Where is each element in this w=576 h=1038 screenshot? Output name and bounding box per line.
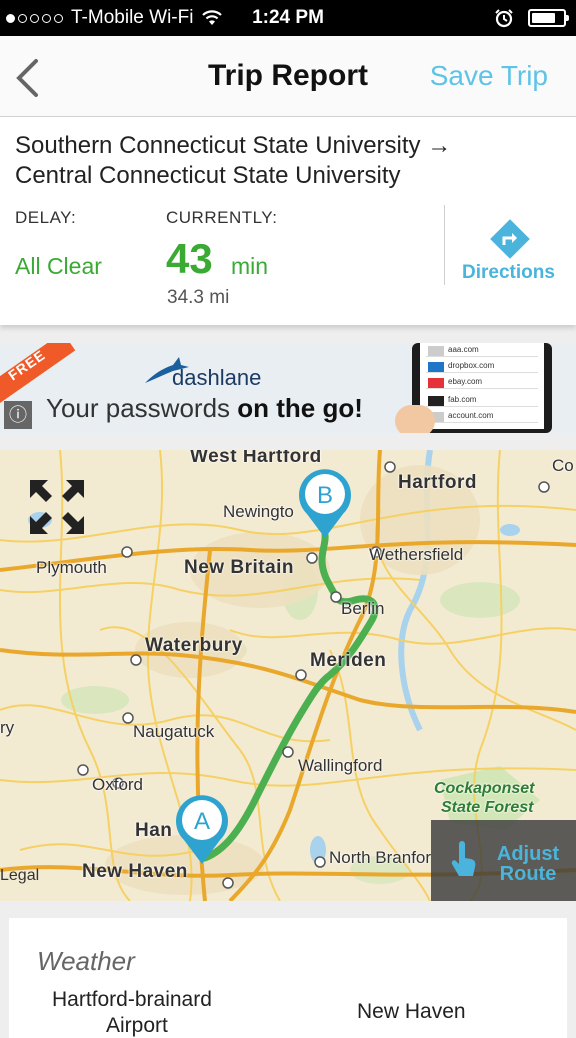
map-label-waterbury: Waterbury <box>145 635 243 656</box>
map-label-newington: Newingto <box>223 502 294 521</box>
hand-pointer-icon <box>451 841 476 876</box>
save-trip-button[interactable]: Save Trip <box>430 60 548 92</box>
map-label-ry: ry <box>0 718 15 737</box>
ad-phone-screen: aaa.com dropbox.com ebay.com fab.com acc… <box>420 343 544 429</box>
map-pin-end[interactable]: B <box>295 466 355 540</box>
ad-tagline-prefix: Your passwords <box>46 393 238 423</box>
map-label-north-branford: North Branfor <box>329 848 432 867</box>
route-description: Southern Connecticut State University → … <box>15 131 555 191</box>
ad-tagline: Your passwords on the go! <box>46 393 363 424</box>
map-label-hartford: Hartford <box>398 472 477 493</box>
battery-fill <box>532 13 555 23</box>
adjust-route-label: Adjust Route <box>483 844 573 884</box>
expand-map-icon[interactable] <box>28 478 86 536</box>
ad-screen-row: account.com <box>426 411 538 423</box>
ad-screen-row: aaa.com <box>426 345 538 357</box>
navigation-bar: Trip Report Save Trip <box>0 36 576 117</box>
signal-dot <box>54 13 63 23</box>
signal-strength <box>6 13 63 23</box>
adjust-route-line2: Route <box>499 863 557 885</box>
signal-dot <box>18 13 27 23</box>
ad-hand-image <box>395 405 435 433</box>
map-label-new-britain: New Britain <box>184 557 295 578</box>
ad-screen-row: fab.com <box>426 395 538 407</box>
map-label-oxford: Oxford <box>92 775 144 794</box>
current-unit: min <box>231 253 269 279</box>
weather-location-origin-line2: Airport <box>106 1014 168 1037</box>
map-label-naugatuck: Naugatuck <box>133 722 215 741</box>
trip-distance: 34.3 mi <box>167 287 230 308</box>
divider <box>444 205 445 285</box>
ad-tagline-bold: on the go! <box>237 393 363 423</box>
chevron-left-icon[interactable] <box>14 58 40 98</box>
directions-button[interactable]: Directions <box>446 262 571 284</box>
legal-link[interactable]: Legal <box>0 867 39 885</box>
current-minutes: 43 <box>166 235 213 282</box>
route-destination: Central Connecticut State University <box>15 162 401 189</box>
signal-dot <box>30 13 39 23</box>
ad-screen-row: ebay.com <box>426 377 538 389</box>
map-pin-start[interactable]: A <box>172 792 232 866</box>
directions-icon[interactable] <box>489 218 531 260</box>
alarm-icon <box>495 9 513 28</box>
weather-card: Weather Hartford-brainard Airport New Ha… <box>9 918 567 1038</box>
map-label-berlin: Berlin <box>341 599 385 618</box>
delay-value: All Clear <box>15 253 102 279</box>
ad-row-text: dropbox.com <box>448 361 495 370</box>
delay-label: DELAY: <box>15 208 77 227</box>
signal-dot <box>6 13 15 23</box>
wifi-icon <box>202 10 223 25</box>
weather-location-destination: New Haven <box>357 1000 466 1023</box>
weather-title: Weather <box>37 946 135 976</box>
ad-row-text: account.com <box>448 411 494 420</box>
ad-row-text: fab.com <box>448 395 477 404</box>
ad-banner[interactable]: FREE dashlane Your passwords on the go! … <box>0 343 576 433</box>
carrier-name: T-Mobile Wi-Fi <box>71 7 194 28</box>
info-icon[interactable]: ⓘ <box>4 401 32 429</box>
battery-icon <box>528 9 569 27</box>
adjust-route-line1: Adjust <box>496 843 560 865</box>
ad-row-text: ebay.com <box>448 377 483 386</box>
pin-end-label: B <box>317 482 333 509</box>
map-label-wallingford: Wallingford <box>298 756 383 775</box>
status-bar: T-Mobile Wi-Fi 1:24 PM <box>0 0 576 36</box>
route-origin: Southern Connecticut State University → <box>15 132 452 159</box>
map-label-plymouth: Plymouth <box>36 558 107 577</box>
route-map[interactable]: West Hartford Hartford Co Newingto Wethe… <box>0 450 576 901</box>
map-label-state-forest: State Forest <box>441 799 534 816</box>
map-label-hamden: Han <box>135 820 173 841</box>
map-label-cockaponset: Cockaponset <box>434 780 535 797</box>
map-label-meriden: Meriden <box>310 650 387 671</box>
weather-location-origin: Hartford-brainard <box>52 988 212 1011</box>
ad-screen-row: dropbox.com <box>426 361 538 373</box>
map-label-co: Co <box>552 456 574 475</box>
adjust-route-button[interactable]: Adjust Route <box>431 820 576 901</box>
signal-dot <box>42 13 51 23</box>
trip-summary-card: Southern Connecticut State University → … <box>0 117 576 325</box>
pin-start-label: A <box>194 808 210 835</box>
ad-row-text: aaa.com <box>448 345 479 354</box>
ad-brand: dashlane <box>172 365 262 390</box>
current-label: CURRENTLY: <box>166 208 278 227</box>
map-label-wethersfield: Wethersfield <box>369 545 464 564</box>
